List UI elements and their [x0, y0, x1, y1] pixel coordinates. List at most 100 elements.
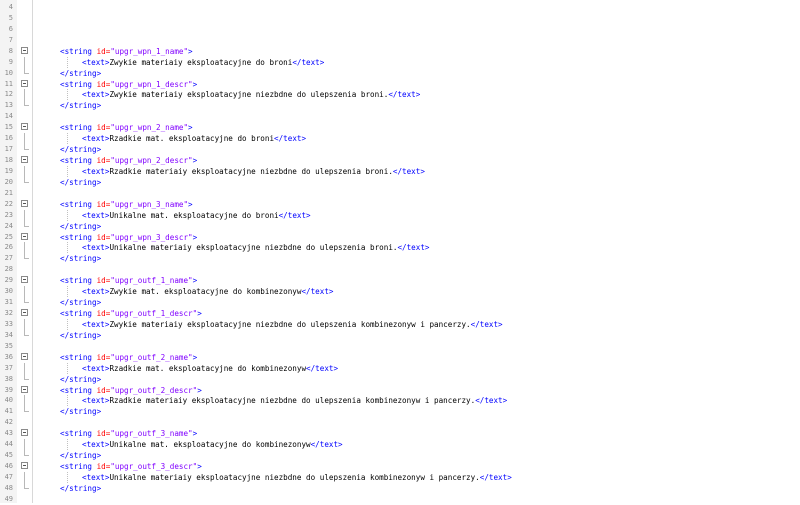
fold-toggle-icon[interactable] — [21, 462, 28, 470]
editor-line[interactable]: 39 <string id="upgr_outf_2_descr"> — [0, 385, 800, 396]
line-number: 48 — [4, 483, 13, 492]
text-open-tag: <text> — [82, 363, 110, 373]
indent-guide — [67, 395, 68, 407]
editor-line[interactable]: 26 <text>Unikalne materiaiy eksploatacyjn… — [0, 242, 800, 254]
line-number: 10 — [4, 68, 13, 77]
attribute-value: "upgr_outf_2_descr" — [110, 385, 198, 395]
editor-line[interactable]: 42 — [0, 417, 800, 428]
line-number: 45 — [4, 451, 13, 460]
editor-line[interactable]: 38 </string> — [0, 373, 800, 385]
editor-line[interactable]: 49 — [0, 494, 800, 505]
editor-line[interactable]: 36 <string id="upgr_outf_2_name"> — [0, 352, 800, 363]
editor-line[interactable]: 44 <text>Unikalne mat. eksploatacyjne do … — [0, 439, 800, 451]
tag-bracket: > — [197, 462, 202, 472]
attribute-value: "upgr_outf_3_name" — [110, 429, 193, 439]
line-number: 37 — [4, 363, 13, 372]
line-number: 39 — [4, 385, 13, 394]
editor-line[interactable]: 37 <text>Rzadkie mat. eksploatacyjne do k… — [0, 362, 800, 374]
editor-line[interactable]: 31 </string> — [0, 297, 800, 308]
editor-line[interactable]: 43 <string id="upgr_outf_3_name"> — [0, 428, 800, 439]
editor-line[interactable]: 46 <string id="upgr_outf_3_descr"> — [0, 461, 800, 472]
fold-guide-line — [24, 318, 25, 330]
attribute-name: id= — [92, 232, 111, 242]
text-close-tag: </text> — [479, 472, 512, 482]
editor-line[interactable]: 25 <string id="upgr_wpn_3_descr"> — [0, 232, 800, 243]
fold-toggle-icon[interactable] — [21, 123, 28, 131]
editor-line[interactable]: 21 — [0, 188, 800, 199]
editor-line[interactable]: 47 <text>Unikalne materiaiy eksploatacyjn… — [0, 471, 800, 483]
text-element: <text>Rzadkie mat. eksploatacyjne do kom… — [82, 363, 338, 374]
fold-toggle-icon[interactable] — [21, 79, 28, 87]
text-close-tag: </text> — [392, 166, 425, 176]
indent-guide — [67, 471, 68, 483]
editor-line[interactable]: 6 — [0, 24, 800, 35]
indent-guide — [67, 209, 68, 221]
fold-toggle-icon[interactable] — [21, 385, 28, 393]
tag-bracket: > — [188, 46, 193, 56]
fold-toggle-icon[interactable] — [21, 352, 28, 360]
fold-guide-line — [24, 133, 25, 145]
line-number: 13 — [4, 101, 13, 110]
editor-line[interactable]: 4 — [0, 2, 800, 13]
line-number: 40 — [4, 396, 13, 405]
text-open-tag: <text> — [82, 243, 110, 253]
editor-line[interactable]: 48 </string> — [0, 482, 800, 494]
code-editor[interactable]: 4 5 6 7 8 <string id="upgr_wpn_1_name"> 9 <text… — [0, 0, 800, 503]
editor-line[interactable]: 20 </string> — [0, 176, 800, 188]
editor-line[interactable]: 22 <string id="upgr_wpn_3_name"> — [0, 199, 800, 210]
editor-line[interactable]: 11 <string id="upgr_wpn_1_descr"> — [0, 79, 800, 90]
editor-line[interactable]: 24 </string> — [0, 220, 800, 232]
text-close-tag: </text> — [470, 319, 503, 329]
editor-line[interactable]: 28 — [0, 264, 800, 275]
indent-guide — [67, 165, 68, 177]
fold-toggle-icon[interactable] — [21, 309, 28, 317]
fold-toggle-icon[interactable] — [21, 156, 28, 164]
editor-line[interactable]: 33 <text>Zwykie materiaiy eksploatacyjne … — [0, 318, 800, 330]
editor-line[interactable]: 30 <text>Zwykie mat. eksploatacyjne do ko… — [0, 286, 800, 298]
attribute-name: id= — [92, 462, 111, 472]
editor-line[interactable]: 16 <text>Rzadkie mat. eksploatacyjne do b… — [0, 133, 800, 145]
attribute-name: id= — [92, 352, 111, 362]
fold-toggle-icon[interactable] — [21, 276, 28, 284]
editor-line[interactable]: 23 <text>Unikalne mat. eksploatacyjne do … — [0, 209, 800, 221]
fold-toggle-icon[interactable] — [21, 46, 28, 54]
editor-line[interactable]: 34 </string> — [0, 329, 800, 341]
tag-bracket: > — [192, 429, 198, 439]
line-number: 42 — [4, 418, 13, 427]
fold-guide-line — [24, 165, 25, 177]
editor-line[interactable]: 19 <text>Rzadkie materiaiy eksploatacyjne… — [0, 165, 800, 177]
string-text-content: Rzadkie mat. eksploatacyjne do kombinezo… — [109, 363, 307, 373]
string-open-tag: <string id="upgr_wpn_2_name"> — [60, 122, 193, 133]
editor-line[interactable]: 5 — [0, 13, 800, 24]
fold-toggle-icon[interactable] — [21, 429, 28, 437]
editor-line[interactable]: 7 — [0, 35, 800, 46]
tag-bracket: > — [197, 385, 202, 395]
line-number: 32 — [4, 309, 13, 318]
tag-bracket: > — [188, 123, 193, 133]
editor-line[interactable]: 10 </string> — [0, 67, 800, 79]
fold-toggle-icon[interactable] — [21, 199, 28, 207]
editor-line[interactable]: 12 <text>Zwykie materiaiy eksploatacyjne … — [0, 89, 800, 101]
editor-line[interactable]: 13 </string> — [0, 100, 800, 111]
editor-line[interactable]: 8 <string id="upgr_wpn_1_name"> — [0, 46, 800, 57]
editor-line[interactable]: 35 — [0, 341, 800, 352]
editor-line[interactable]: 27 </string> — [0, 253, 800, 264]
editor-line[interactable]: 14 — [0, 111, 800, 122]
editor-line[interactable]: 15 <string id="upgr_wpn_2_name"> — [0, 122, 800, 133]
line-number: 38 — [4, 374, 13, 383]
line-number: 12 — [4, 90, 13, 99]
attribute-name: id= — [92, 309, 111, 319]
text-element: <text>Zwykie mat. eksploatacyjne do komb… — [82, 286, 333, 297]
fold-guide-line — [24, 89, 25, 101]
editor-line[interactable]: 41 </string> — [0, 406, 800, 417]
editor-line[interactable]: 29 <string id="upgr_outf_1_name"> — [0, 275, 800, 286]
editor-line[interactable]: 32 <string id="upgr_outf_1_descr"> — [0, 308, 800, 319]
text-open-tag: <text> — [82, 319, 110, 329]
editor-line[interactable]: 17 </string> — [0, 144, 800, 155]
editor-line[interactable]: 18 <string id="upgr_wpn_2_descr"> — [0, 155, 800, 166]
editor-line[interactable]: 40 <text>Rzadkie materiaiy eksploatacyjne… — [0, 395, 800, 407]
attribute-value: "upgr_outf_3_descr" — [110, 462, 198, 472]
fold-toggle-icon[interactable] — [21, 232, 28, 240]
editor-line[interactable]: 45 </string> — [0, 450, 800, 461]
editor-line[interactable]: 9 <text>Zwykie materiaiy eksploatacyjne d… — [0, 56, 800, 68]
